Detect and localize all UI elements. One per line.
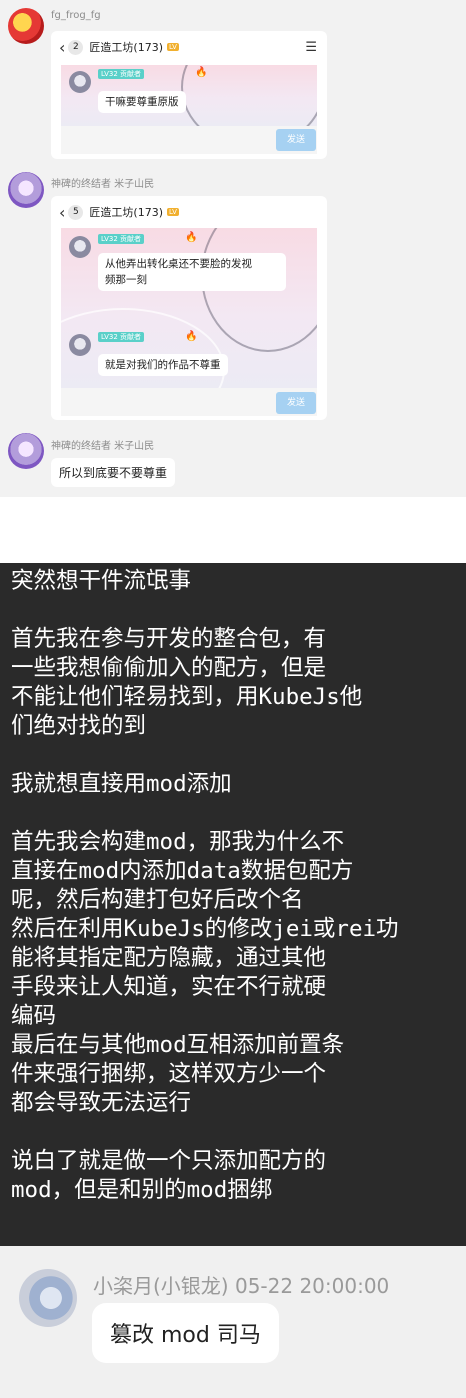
- post-line: 们绝对找的到: [11, 713, 147, 739]
- fire-icon: 🔥: [195, 67, 208, 78]
- reply-header: 小栥月(小银龙) 05-22 20:00:00: [93, 1270, 389, 1299]
- message-line: 频那一刻: [105, 274, 147, 286]
- send-button[interactable]: 发送: [276, 392, 316, 414]
- post-line: 首先我会构建mod，那我为什么不: [11, 829, 345, 855]
- message-bubble: 所以到底要不要尊重: [51, 458, 176, 487]
- post-line: [11, 799, 459, 828]
- post-line: 不能让他们轻易找到，用KubeJs他: [11, 684, 363, 710]
- send-button[interactable]: 发送: [276, 129, 316, 151]
- member-badge: LV32 贡献者: [98, 332, 145, 342]
- avatar[interactable]: [8, 172, 44, 208]
- message-bubble: 篡改 mod 司马: [92, 1303, 279, 1363]
- post-line: [11, 1118, 459, 1147]
- chat-messages: LV32 贡献者 🔥 从他弄出转化桌还不要脸的发视 频那一刻 LV32 贡献者 …: [61, 228, 317, 388]
- group-title: 匠造工坊(173): [89, 41, 163, 54]
- member-badge: LV32 贡献者: [98, 234, 145, 244]
- message-bubble: 从他弄出转化桌还不要脸的发视 频那一刻: [98, 253, 286, 291]
- reply-area: 小栥月(小银龙) 05-22 20:00:00 篡改 mod 司马: [0, 1246, 466, 1398]
- member-avatar: [69, 334, 91, 356]
- unread-count: 5: [68, 204, 84, 220]
- post-line: [11, 596, 459, 625]
- post-line: 呢，然后构建打包好后改个名: [11, 887, 304, 913]
- post-line: 突然想干件流氓事: [11, 568, 192, 594]
- back-chevron-icon[interactable]: ‹: [59, 203, 65, 222]
- post-line: 说白了就是做一个只添加配方的: [11, 1148, 327, 1174]
- menu-icon[interactable]: ☰: [305, 40, 317, 55]
- sender-name: 神碑的终结者 米子山民: [51, 441, 155, 452]
- chat-header: ‹ 2 匠造工坊(173) LV ☰: [51, 31, 327, 63]
- post-line: 直接在mod内添加data数据包配方: [11, 858, 354, 884]
- post-line: 首先我在参与开发的整合包，有: [11, 626, 327, 652]
- post-line: 件来强行捆绑，这样双方少一个: [11, 1061, 327, 1087]
- unread-count: 2: [68, 39, 84, 55]
- post-line: [11, 741, 459, 770]
- sender-name: 小栥月(小银龙): [93, 1274, 229, 1298]
- avatar[interactable]: [8, 433, 44, 469]
- chat-window-card: ‹ 2 匠造工坊(173) LV ☰ LV32 贡献者 🔥 干嘛要尊重原版 发送: [51, 31, 327, 159]
- level-icon: LV: [167, 43, 179, 51]
- post-line: 手段来让人知道，实在不行就硬: [11, 974, 327, 1000]
- member-avatar: [69, 71, 91, 93]
- post-line: 最后在与其他mod互相添加前置条: [11, 1032, 345, 1058]
- avatar[interactable]: [8, 8, 44, 44]
- message-line: 从他弄出转化桌还不要脸的发视: [105, 258, 252, 270]
- post-line: 都会导致无法运行: [11, 1090, 192, 1116]
- post-line: 然后在利用KubeJs的修改jei或rei功: [11, 916, 399, 942]
- avatar[interactable]: [19, 1269, 77, 1327]
- message-bubble: 就是对我们的作品不尊重: [98, 354, 228, 376]
- post-line: mod，但是和别的mod捆绑: [11, 1177, 273, 1203]
- message-bubble: 干嘛要尊重原版: [98, 91, 186, 113]
- post-text-panel: 突然想干件流氓事首先我在参与开发的整合包，有 一些我想偷偷加入的配方，但是不能让他…: [0, 563, 466, 1246]
- back-chevron-icon[interactable]: ‹: [59, 38, 65, 57]
- chat-screenshot-area: fg_frog_fg ‹ 2 匠造工坊(173) LV ☰ LV32 贡献者 🔥…: [0, 0, 466, 497]
- group-title: 匠造工坊(173): [89, 206, 163, 219]
- member-avatar: [69, 236, 91, 258]
- post-line: 我就想直接用mod添加: [11, 771, 232, 797]
- post-body: 突然想干件流氓事首先我在参与开发的整合包，有 一些我想偷偷加入的配方，但是不能让他…: [11, 567, 459, 1205]
- chat-header: ‹ 5 匠造工坊(173) LV: [51, 196, 327, 228]
- post-line: 编码: [11, 1003, 57, 1029]
- fire-icon: 🔥: [185, 331, 198, 342]
- sender-name: 神碑的终结者 米子山民: [51, 179, 155, 190]
- chat-messages: LV32 贡献者 🔥 干嘛要尊重原版: [61, 65, 317, 126]
- chat-window-card: ‹ 5 匠造工坊(173) LV LV32 贡献者 🔥 从他弄出转化桌还不要脸的…: [51, 196, 327, 420]
- member-badge: LV32 贡献者: [98, 69, 145, 79]
- sender-name: fg_frog_fg: [51, 10, 101, 21]
- level-icon: LV: [167, 208, 179, 216]
- post-line: 一些我想偷偷加入的配方，但是: [11, 655, 327, 681]
- timestamp: 05-22 20:00:00: [234, 1274, 390, 1298]
- fire-icon: 🔥: [185, 232, 198, 243]
- post-line: 能将其指定配方隐藏，通过其他: [11, 945, 327, 971]
